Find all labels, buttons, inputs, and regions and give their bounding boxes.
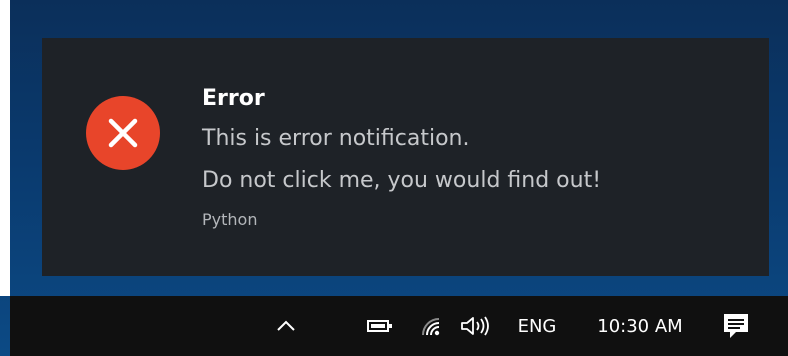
notification-title: Error: [202, 86, 265, 111]
toast-notification[interactable]: Error This is error notification. Do not…: [42, 38, 769, 276]
clock-button[interactable]: 10:30 AM: [578, 296, 702, 356]
notification-message-line-1: This is error notification.: [202, 126, 470, 151]
taskbar: ENG 10:30 AM: [10, 296, 788, 356]
notification-message-line-2: Do not click me, you would find out!: [202, 168, 602, 193]
desktop: Error This is error notification. Do not…: [0, 0, 788, 356]
chevron-up-icon: [277, 320, 295, 331]
volume-button[interactable]: [456, 296, 496, 356]
volume-icon: [461, 316, 489, 336]
input-language-label: ENG: [517, 315, 557, 337]
notification-source: Python: [202, 210, 258, 229]
notification-center-icon: [724, 314, 748, 338]
battery-button[interactable]: [362, 296, 398, 356]
screen-edge: [0, 0, 10, 296]
wifi-icon: [422, 318, 440, 336]
clock-time: 10:30 AM: [597, 315, 683, 337]
show-hidden-icons-button[interactable]: [266, 296, 306, 356]
network-button[interactable]: [414, 296, 450, 356]
error-x-icon: [86, 96, 160, 170]
battery-icon: [367, 320, 392, 332]
input-language-button[interactable]: ENG: [504, 296, 570, 356]
action-center-button[interactable]: [714, 296, 758, 356]
